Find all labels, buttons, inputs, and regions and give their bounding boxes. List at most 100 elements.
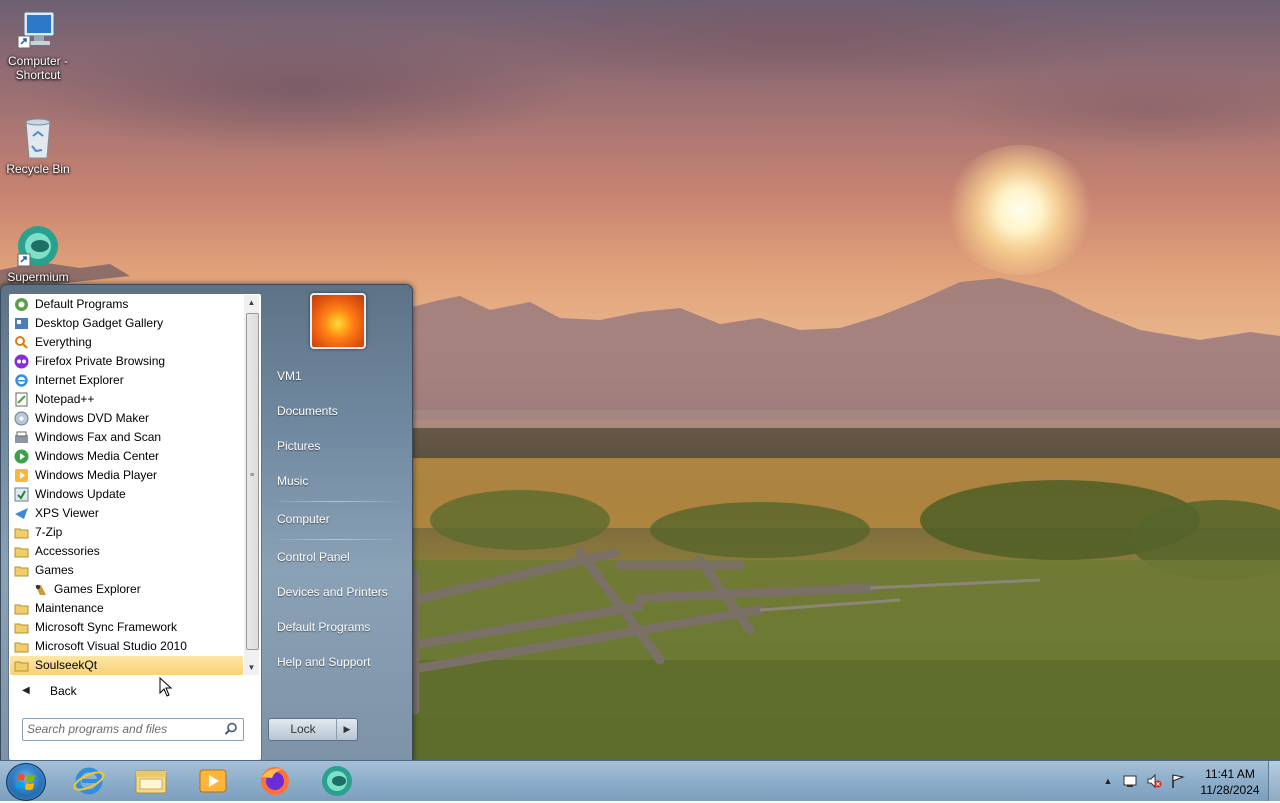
program-item-label: Desktop Gadget Gallery xyxy=(35,316,164,330)
program-item[interactable]: SoulseekQt xyxy=(10,656,243,675)
scroll-up-arrow-icon[interactable]: ▲ xyxy=(244,295,259,310)
menu-divider xyxy=(269,539,401,540)
media-player-icon xyxy=(199,769,227,793)
program-item[interactable]: Default Programs xyxy=(10,295,243,314)
program-item-label: Microsoft Visual Studio 2010 xyxy=(35,639,187,653)
program-item[interactable]: 7-Zip xyxy=(10,523,243,542)
program-item-label: Everything xyxy=(35,335,92,349)
folder-icon xyxy=(14,620,29,635)
lock-button[interactable]: Lock xyxy=(268,718,338,741)
program-item-label: Windows Media Center xyxy=(35,449,160,463)
program-item[interactable]: Windows Update xyxy=(10,485,243,504)
program-item-label: Firefox Private Browsing xyxy=(35,354,166,368)
taskbar-internet-explorer[interactable] xyxy=(62,763,116,799)
user-folder-link[interactable]: VM1 xyxy=(267,361,415,391)
program-item[interactable]: Windows DVD Maker xyxy=(10,409,243,428)
program-item[interactable]: Everything xyxy=(10,333,243,352)
program-item[interactable]: Internet Explorer xyxy=(10,371,243,390)
program-item[interactable]: Windows Media Player xyxy=(10,466,243,485)
scroll-thumb[interactable]: ≡ xyxy=(246,313,259,650)
start-menu: Default Programs Desktop Gadget Gallery Ev… xyxy=(0,284,413,762)
desktop-icon-computer[interactable]: Computer - Shortcut xyxy=(0,8,76,82)
user-account-picture[interactable] xyxy=(310,293,366,349)
program-item-label: Windows Fax and Scan xyxy=(35,430,162,444)
back-button[interactable]: ◀ Back xyxy=(10,680,258,702)
programs-scrollbar[interactable]: ▲ ≡ ▼ xyxy=(244,295,259,675)
default-programs-icon xyxy=(14,297,29,312)
back-arrow-icon: ◀ xyxy=(22,685,30,696)
program-item-label: XPS Viewer xyxy=(35,506,99,520)
xps-viewer-icon xyxy=(14,506,29,521)
music-link[interactable]: Music xyxy=(267,466,415,496)
menu-divider xyxy=(269,501,401,502)
computer-icon xyxy=(16,8,60,52)
volume-muted-icon[interactable] xyxy=(1146,773,1162,789)
program-item[interactable]: Microsoft Visual Studio 2010 xyxy=(10,637,243,656)
notepad-plus-plus-icon xyxy=(14,392,29,407)
desktop-icon-label: Recycle Bin xyxy=(6,162,70,176)
scroll-down-arrow-icon[interactable]: ▼ xyxy=(244,660,259,675)
dvd-maker-icon xyxy=(14,411,29,426)
clock-time: 11:41 AM xyxy=(1205,767,1255,781)
program-item-label: Maintenance xyxy=(35,601,104,615)
folder-icon xyxy=(14,525,29,540)
action-center-flag-icon[interactable] xyxy=(1122,773,1138,789)
control-panel-link[interactable]: Control Panel xyxy=(267,542,415,572)
program-item-label: Microsoft Sync Framework xyxy=(35,620,178,634)
windows-update-icon xyxy=(14,487,29,502)
network-flag-icon[interactable] xyxy=(1170,773,1186,789)
program-item[interactable]: Games xyxy=(10,561,243,580)
documents-link[interactable]: Documents xyxy=(267,396,415,426)
program-item[interactable]: Notepad++ xyxy=(10,390,243,409)
program-item-label: Accessories xyxy=(35,544,100,558)
file-explorer-icon xyxy=(135,770,167,794)
program-item[interactable]: Firefox Private Browsing xyxy=(10,352,243,371)
taskbar-media-player[interactable] xyxy=(186,763,240,799)
program-item-label: Internet Explorer xyxy=(35,373,124,387)
taskbar-file-explorer[interactable] xyxy=(124,763,178,799)
program-item[interactable]: Windows Fax and Scan xyxy=(10,428,243,447)
desktop-icon-supermium[interactable]: Supermium xyxy=(0,224,76,284)
start-button[interactable] xyxy=(6,763,46,801)
program-item[interactable]: Accessories xyxy=(10,542,243,561)
program-item-label: Windows Media Player xyxy=(35,468,158,482)
devices-printers-link[interactable]: Devices and Printers xyxy=(267,577,415,607)
shutdown-options-arrow-icon[interactable]: ▶ xyxy=(336,718,358,741)
gadget-gallery-icon xyxy=(14,316,29,331)
program-item-label: Default Programs xyxy=(35,297,129,311)
folder-icon xyxy=(14,563,29,578)
everything-icon xyxy=(14,335,29,350)
help-support-link[interactable]: Help and Support xyxy=(267,647,415,677)
pictures-link[interactable]: Pictures xyxy=(267,431,415,461)
show-hidden-icons-chevron-icon[interactable]: ▲ xyxy=(1100,773,1116,789)
show-desktop-button[interactable] xyxy=(1268,761,1280,801)
clock-date: 11/28/2024 xyxy=(1200,783,1260,797)
folder-icon xyxy=(14,658,29,673)
taskbar-firefox[interactable] xyxy=(248,763,302,799)
desktop-icon-label: Computer - Shortcut xyxy=(7,54,69,82)
program-item[interactable]: XPS Viewer xyxy=(10,504,243,523)
system-clock[interactable]: 11:41 AM 11/28/2024 xyxy=(1195,766,1265,798)
program-item-label: Notepad++ xyxy=(35,392,95,406)
program-item[interactable]: Games Explorer xyxy=(10,580,243,599)
desktop-icon-recycle-bin[interactable]: Recycle Bin xyxy=(0,116,76,176)
recycle-bin-icon xyxy=(16,116,60,160)
back-label: Back xyxy=(50,684,77,698)
search-icon[interactable] xyxy=(224,722,238,736)
program-item[interactable]: Windows Media Center xyxy=(10,447,243,466)
search-input[interactable] xyxy=(27,721,217,737)
folder-icon xyxy=(14,639,29,654)
internet-explorer-icon xyxy=(14,373,29,388)
program-item[interactable]: Desktop Gadget Gallery xyxy=(10,314,243,333)
firefox-private-icon xyxy=(14,354,29,369)
program-item[interactable]: Microsoft Sync Framework xyxy=(10,618,243,637)
program-item[interactable]: Maintenance xyxy=(10,599,243,618)
computer-link[interactable]: Computer xyxy=(267,504,415,534)
default-programs-link[interactable]: Default Programs xyxy=(267,612,415,642)
grip-icon: ≡ xyxy=(250,472,255,479)
supermium-icon xyxy=(322,766,352,796)
internet-explorer-icon xyxy=(73,767,105,795)
taskbar-supermium[interactable] xyxy=(310,763,364,799)
firefox-icon xyxy=(261,767,289,795)
search-programs-box[interactable] xyxy=(22,718,244,741)
